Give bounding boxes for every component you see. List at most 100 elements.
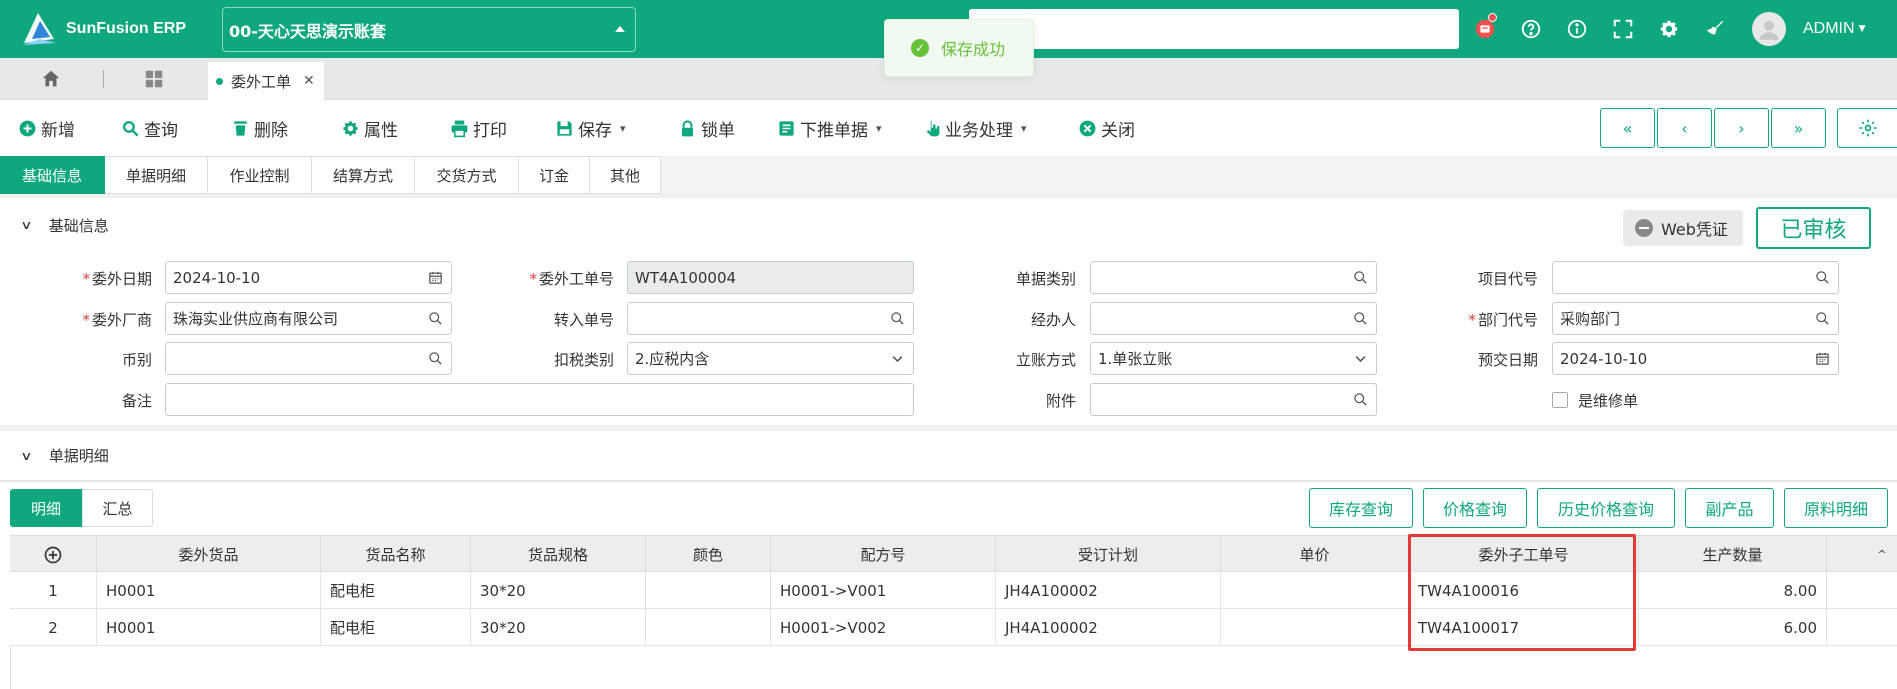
query-button[interactable]: 查询 (121, 116, 178, 141)
project-code-field[interactable] (1552, 261, 1839, 294)
close-button[interactable]: 关闭 (1078, 116, 1135, 141)
home-icon[interactable] (40, 68, 62, 94)
cell-name[interactable]: 配电柜 (321, 609, 471, 646)
chevron-down-icon[interactable] (890, 351, 905, 370)
cell-plan[interactable]: JH4A100002 (996, 609, 1221, 646)
seg-summary[interactable]: 汇总 (82, 489, 153, 527)
tab-delivery[interactable]: 交货方式 (415, 156, 519, 194)
col-item[interactable]: 委外货品 (97, 536, 321, 573)
search-icon[interactable] (1353, 311, 1368, 330)
handler-field[interactable] (1090, 302, 1377, 335)
cell-item[interactable]: H0001 (97, 572, 321, 609)
attachment-field[interactable] (1090, 383, 1377, 416)
col-color[interactable]: 颜色 (646, 536, 771, 573)
cell-qty[interactable]: 6.00 (1639, 609, 1827, 646)
settings-button[interactable] (1646, 0, 1692, 58)
search-icon[interactable] (1353, 270, 1368, 289)
help-button[interactable] (1508, 0, 1554, 58)
cell-sub-order[interactable]: TW4A100017 (1409, 609, 1639, 646)
search-icon[interactable] (890, 311, 905, 330)
first-record-button[interactable]: « (1600, 108, 1655, 148)
cell-plan[interactable]: JH4A100002 (996, 572, 1221, 609)
delivery-date-field[interactable]: 2024-10-10 (1552, 342, 1839, 375)
cell-price[interactable] (1221, 572, 1409, 609)
chevron-down-icon[interactable]: ∨ (20, 449, 32, 463)
tab-other[interactable]: 其他 (590, 156, 661, 194)
caret-down-icon[interactable]: ▼ (1859, 24, 1866, 34)
detail-header[interactable]: ∨ 单据明细 (0, 431, 1897, 481)
cell-name[interactable]: 配电柜 (321, 572, 471, 609)
layout-settings-button[interactable] (1837, 108, 1897, 148)
col-formula[interactable]: 配方号 (771, 536, 996, 573)
cell-spec[interactable]: 30*20 (471, 572, 646, 609)
tab-document-details[interactable]: 单据明细 (105, 156, 208, 194)
outsource-date-field[interactable]: 2024-10-10 (165, 261, 452, 294)
cell-qty[interactable]: 8.00 (1639, 572, 1827, 609)
cell-formula[interactable]: H0001->V001 (771, 572, 996, 609)
add-row-button[interactable] (10, 536, 97, 573)
lock-button[interactable]: 锁单 (678, 116, 735, 141)
close-icon[interactable]: ✕ (303, 73, 315, 89)
table-row[interactable]: 2 H0001 配电柜 30*20 H0001->V002 JH4A100002… (10, 609, 1897, 646)
new-button[interactable]: 新增 (18, 116, 75, 141)
col-sub-order[interactable]: 委外子工单号 (1409, 536, 1639, 573)
fullscreen-button[interactable] (1600, 0, 1646, 58)
business-button[interactable]: 业务处理 ▾ (922, 116, 1027, 141)
by-product-button[interactable]: 副产品 (1685, 488, 1774, 528)
chevron-down-icon[interactable] (1353, 351, 1368, 370)
seg-detail[interactable]: 明细 (10, 489, 82, 527)
calendar-icon[interactable] (428, 270, 443, 289)
remark-field[interactable] (165, 383, 914, 416)
tab-outsource-order[interactable]: 委外工单 ✕ (208, 62, 324, 100)
search-icon[interactable] (428, 311, 443, 330)
delete-button[interactable]: 删除 (231, 116, 288, 141)
clean-button[interactable] (1692, 0, 1738, 58)
global-search-input[interactable] (969, 9, 1459, 49)
search-icon[interactable] (1815, 311, 1830, 330)
table-row[interactable]: 1 H0001 配电柜 30*20 H0001->V001 JH4A100002… (10, 572, 1897, 609)
cell-color[interactable] (646, 609, 771, 646)
tab-deposit[interactable]: 订金 (519, 156, 590, 194)
col-qty[interactable]: 生产数量 (1639, 536, 1827, 573)
grid-icon[interactable] (143, 68, 165, 94)
chevron-down-icon[interactable]: ∨ (20, 218, 32, 232)
basic-info-header[interactable]: ∨ 基础信息 Web凭证 已审核 (0, 198, 1897, 252)
cell-sub-order[interactable]: TW4A100016 (1409, 572, 1639, 609)
col-spec[interactable]: 货品规格 (471, 536, 646, 573)
doc-type-field[interactable] (1090, 261, 1377, 294)
cell-color[interactable] (646, 572, 771, 609)
properties-button[interactable]: 属性 (341, 116, 398, 141)
calendar-icon[interactable] (1815, 351, 1830, 370)
price-query-button[interactable]: 价格查询 (1423, 488, 1527, 528)
currency-field[interactable] (165, 342, 452, 375)
web-voucher-button[interactable]: Web凭证 (1623, 210, 1743, 246)
tab-basic-info[interactable]: 基础信息 (0, 156, 105, 194)
notification-button[interactable] (1462, 0, 1508, 58)
tab-operation-control[interactable]: 作业控制 (208, 156, 312, 194)
col-name[interactable]: 货品名称 (321, 536, 471, 573)
tax-type-select[interactable]: 2.应税内含 (627, 342, 914, 375)
search-icon[interactable] (428, 351, 443, 370)
print-button[interactable]: 打印 (450, 116, 507, 141)
last-record-button[interactable]: » (1771, 108, 1826, 148)
next-record-button[interactable]: › (1714, 108, 1769, 148)
transfer-no-field[interactable] (627, 302, 914, 335)
cell-formula[interactable]: H0001->V002 (771, 609, 996, 646)
account-mode-select[interactable]: 1.单张立账 (1090, 342, 1377, 375)
cell-item[interactable]: H0001 (97, 609, 321, 646)
material-detail-button[interactable]: 原料明细 (1784, 488, 1888, 528)
col-price[interactable]: 单价 (1221, 536, 1409, 573)
inventory-query-button[interactable]: 库存查询 (1309, 488, 1413, 528)
info-button[interactable] (1554, 0, 1600, 58)
repair-order-checkbox[interactable] (1552, 392, 1568, 408)
previous-record-button[interactable]: ‹ (1657, 108, 1712, 148)
tab-settlement[interactable]: 结算方式 (312, 156, 415, 194)
account-select[interactable]: 00-天心天思演示账套 (222, 7, 636, 52)
user-name[interactable]: ADMIN (1803, 20, 1855, 38)
col-more[interactable]: ^ (1827, 536, 1897, 573)
col-plan[interactable]: 受订计划 (996, 536, 1221, 573)
cell-spec[interactable]: 30*20 (471, 609, 646, 646)
dept-code-field[interactable]: 采购部门 (1552, 302, 1839, 335)
search-icon[interactable] (1815, 270, 1830, 289)
save-button[interactable]: 保存 ▾ (555, 116, 626, 141)
